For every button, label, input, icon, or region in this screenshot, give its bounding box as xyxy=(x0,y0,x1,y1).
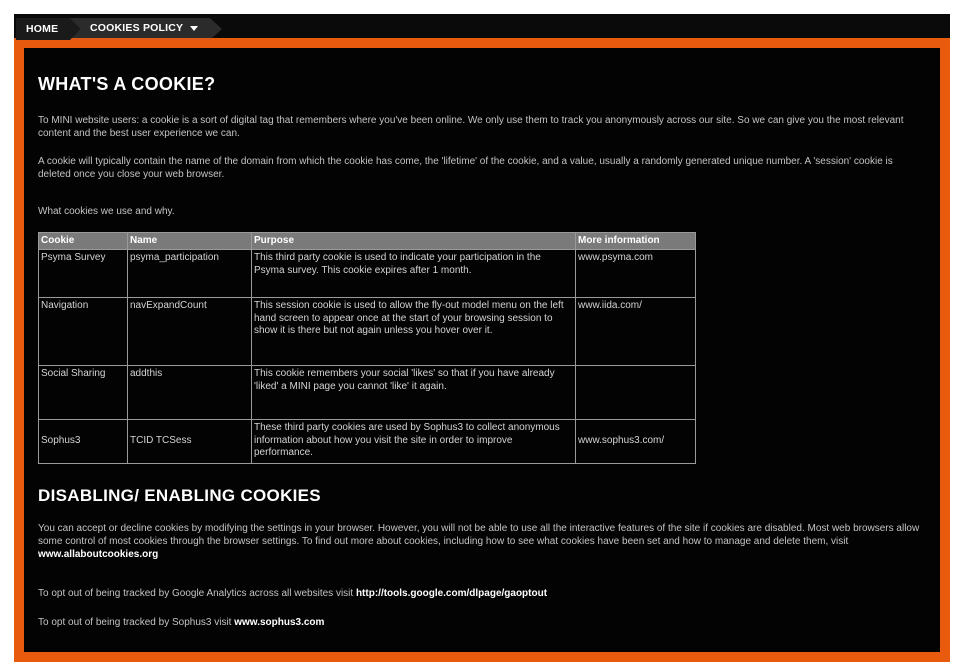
table-row: Social Sharing addthis This cookie remem… xyxy=(38,365,696,420)
cell-cookie: Social Sharing xyxy=(38,365,128,420)
page: HOME COOKIES POLICY WHAT'S A COOKIE? To … xyxy=(0,0,962,668)
disabling-text: You can accept or decline cookies by mod… xyxy=(38,523,920,547)
google-optout-text: To opt out of being tracked by Google An… xyxy=(38,588,356,599)
cell-more-info-link[interactable]: www.iida.com/ xyxy=(575,297,696,366)
column-header-more-information: More information xyxy=(575,232,696,250)
sophus-optout-paragraph: To opt out of being tracked by Sophus3 v… xyxy=(38,616,928,629)
content-panel: WHAT'S A COOKIE? To MINI website users: … xyxy=(24,48,940,652)
cell-cookie: Navigation xyxy=(38,297,128,366)
breadcrumb-policy-label: COOKIES POLICY xyxy=(90,22,184,34)
cell-purpose: This session cookie is used to allow the… xyxy=(251,297,576,366)
allaboutcookies-link[interactable]: www.allaboutcookies.org xyxy=(38,549,158,560)
cookies-we-use-caption: What cookies we use and why. xyxy=(38,206,175,217)
table-row: Psyma Survey psyma_participation This th… xyxy=(38,249,696,298)
cell-name: psyma_participation xyxy=(127,249,252,298)
cell-cookie: Psyma Survey xyxy=(38,249,128,298)
cell-more-info-link[interactable]: www.sophus3.com/ xyxy=(575,419,696,464)
disabling-paragraph: You can accept or decline cookies by mod… xyxy=(38,522,928,561)
section-heading-disabling-cookies: DISABLING/ ENABLING COOKIES xyxy=(38,486,321,505)
chevron-down-icon xyxy=(190,25,199,31)
cookie-description-paragraph: A cookie will typically contain the name… xyxy=(38,156,893,180)
cell-more-info xyxy=(575,365,696,420)
cell-more-info-link[interactable]: www.psyma.com xyxy=(575,249,696,298)
cell-name: navExpandCount xyxy=(127,297,252,366)
google-optout-paragraph: To opt out of being tracked by Google An… xyxy=(38,587,928,600)
cell-purpose: This third party cookie is used to indic… xyxy=(251,249,576,298)
sophus-optout-text: To opt out of being tracked by Sophus3 v… xyxy=(38,617,235,628)
column-header-name: Name xyxy=(127,232,252,250)
table-header-row: Cookie Name Purpose More information xyxy=(38,232,696,250)
google-optout-link[interactable]: http://tools.google.com/dlpage/gaoptout xyxy=(356,588,547,599)
breadcrumb-cookies-policy[interactable]: COOKIES POLICY xyxy=(70,18,222,40)
cell-cookie: Sophus3 xyxy=(38,419,128,464)
section-heading-whats-a-cookie: WHAT'S A COOKIE? xyxy=(38,74,216,94)
cell-name: TCID TCSess xyxy=(127,419,252,464)
column-header-purpose: Purpose xyxy=(251,232,576,250)
cell-purpose: These third party cookies are used by So… xyxy=(251,419,576,464)
cell-purpose: This cookie remembers your social 'likes… xyxy=(251,365,576,420)
breadcrumb-home-label: HOME xyxy=(26,23,59,35)
intro-paragraph: To MINI website users: a cookie is a sor… xyxy=(38,115,904,139)
column-header-cookie: Cookie xyxy=(38,232,128,250)
table-row: Navigation navExpandCount This session c… xyxy=(38,297,696,366)
sophus-optout-link[interactable]: www.sophus3.com xyxy=(234,617,324,628)
cell-name: addthis xyxy=(127,365,252,420)
cookies-table: Cookie Name Purpose More information Psy… xyxy=(38,232,696,464)
table-row: Sophus3 TCID TCSess These third party co… xyxy=(38,419,696,464)
